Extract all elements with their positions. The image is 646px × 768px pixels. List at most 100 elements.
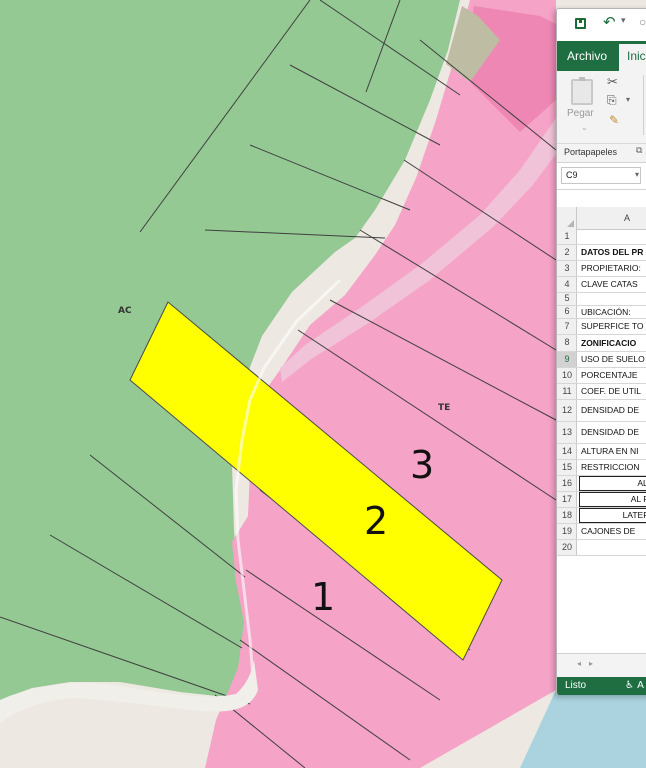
- cell-a[interactable]: [579, 540, 646, 555]
- formula-bar: C9 ▾ ⋮: [557, 163, 646, 190]
- row-header[interactable]: 10: [557, 368, 577, 383]
- worksheet-row[interactable]: 20: [557, 540, 646, 556]
- lot-number-3: 3: [410, 443, 435, 487]
- cell-a[interactable]: [579, 293, 646, 305]
- cell-a[interactable]: RESTRICCION: [579, 460, 646, 475]
- row-number: 10: [561, 369, 572, 380]
- row-number: 11: [562, 385, 572, 396]
- name-box-dropdown-icon[interactable]: ▾: [635, 170, 639, 179]
- name-box[interactable]: C9: [561, 167, 641, 184]
- cell-a[interactable]: AL FO: [579, 492, 646, 507]
- copy-icon[interactable]: ⎘: [607, 93, 617, 108]
- cell-text: AL FO: [630, 494, 646, 504]
- row-header[interactable]: 20: [557, 540, 577, 555]
- worksheet-row[interactable]: 6 UBICACIÓN:: [557, 306, 646, 319]
- row-header[interactable]: 19: [557, 524, 577, 539]
- row-header[interactable]: 17: [557, 492, 577, 507]
- row-number: 7: [564, 320, 570, 331]
- tab-archivo[interactable]: Archivo: [567, 49, 607, 63]
- row-header[interactable]: 16: [557, 476, 577, 491]
- cell-a[interactable]: [579, 229, 646, 244]
- cell-a[interactable]: CAJONES DE: [579, 524, 646, 539]
- accessibility-icon[interactable]: ♿ A: [625, 680, 644, 691]
- cell-a[interactable]: DENSIDAD DE: [579, 400, 646, 421]
- cell-a[interactable]: PROPIETARIO:: [579, 261, 646, 276]
- row-number: 3: [564, 262, 570, 273]
- worksheet-row[interactable]: 5: [557, 293, 646, 306]
- row-number: 5: [564, 293, 570, 303]
- cell-a[interactable]: CLAVE CATAS: [579, 277, 646, 292]
- cell-a[interactable]: LATERA: [579, 508, 646, 523]
- row-header[interactable]: 13: [557, 422, 577, 443]
- cell-a[interactable]: SUPERFICE TO: [579, 319, 646, 334]
- cell-a[interactable]: COEF. DE UTIL: [579, 384, 646, 399]
- column-header-a[interactable]: A: [577, 207, 646, 229]
- worksheet-row[interactable]: 3 PROPIETARIO:: [557, 261, 646, 277]
- accessibility-label: A: [637, 680, 644, 691]
- row-header[interactable]: 2: [557, 245, 577, 260]
- row-header[interactable]: 3: [557, 261, 577, 276]
- worksheet-row[interactable]: 13 DENSIDAD DE: [557, 422, 646, 444]
- cell-a[interactable]: USO DE SUELO: [579, 352, 646, 367]
- lot-number-2: 2: [364, 499, 389, 543]
- worksheet-row[interactable]: 15 RESTRICCION: [557, 460, 646, 476]
- row-header[interactable]: 11: [557, 384, 577, 399]
- undo-icon[interactable]: ↶: [603, 13, 616, 31]
- cell-a[interactable]: UBICACIÓN:: [579, 306, 646, 318]
- row-number: 20: [561, 541, 572, 552]
- row-header[interactable]: 9: [557, 352, 577, 367]
- row-header[interactable]: 8: [557, 335, 577, 351]
- worksheet-row[interactable]: 8 ZONIFICACIO: [557, 335, 646, 352]
- lot-number-1: 1: [311, 575, 336, 619]
- format-painter-icon[interactable]: ✎: [609, 113, 619, 127]
- worksheet-row[interactable]: 19 CAJONES DE: [557, 524, 646, 540]
- worksheet-row[interactable]: 17 AL FO: [557, 492, 646, 508]
- select-all-button[interactable]: [557, 207, 577, 229]
- quick-access-toolbar: ↶ ▾ ○: [557, 9, 646, 41]
- zone-label-ac: AC: [118, 306, 132, 316]
- row-header[interactable]: 1: [557, 229, 577, 244]
- worksheet-row[interactable]: 1: [557, 229, 646, 245]
- worksheet-row[interactable]: 9 USO DE SUELO: [557, 352, 646, 368]
- cell-a[interactable]: ZONIFICACIO: [579, 335, 646, 351]
- row-header[interactable]: 6: [557, 306, 577, 318]
- worksheet-row[interactable]: 4 CLAVE CATAS: [557, 277, 646, 293]
- cell-a[interactable]: ALTURA EN NI: [579, 444, 646, 459]
- cell-a[interactable]: AL F: [579, 476, 646, 491]
- cell-a[interactable]: DATOS DEL PR: [579, 245, 646, 260]
- save-icon[interactable]: [575, 18, 586, 29]
- cell-text: RESTRICCION: [581, 462, 640, 472]
- row-header[interactable]: 5: [557, 293, 577, 305]
- sheet-nav-arrows-icon[interactable]: ◂▸: [577, 659, 601, 668]
- cell-a[interactable]: PORCENTAJE: [579, 368, 646, 383]
- worksheet-row[interactable]: 18 LATERA: [557, 508, 646, 524]
- row-header[interactable]: 12: [557, 400, 577, 421]
- paste-button[interactable]: Pegar: [567, 108, 594, 119]
- row-header[interactable]: 14: [557, 444, 577, 459]
- worksheet-row[interactable]: 10 PORCENTAJE: [557, 368, 646, 384]
- cut-icon[interactable]: ✂: [607, 75, 618, 90]
- undo-dropdown-icon[interactable]: ▾: [621, 16, 626, 26]
- row-header[interactable]: 7: [557, 319, 577, 334]
- worksheet-row[interactable]: 11 COEF. DE UTIL: [557, 384, 646, 400]
- tab-inicio[interactable]: Inic: [619, 44, 646, 71]
- row-header[interactable]: 15: [557, 460, 577, 475]
- row-header[interactable]: 18: [557, 508, 577, 523]
- cell-text: PORCENTAJE: [581, 370, 638, 380]
- worksheet-row[interactable]: 12 DENSIDAD DE: [557, 400, 646, 422]
- paste-icon[interactable]: [571, 77, 593, 105]
- customize-icon[interactable]: ○: [639, 15, 646, 29]
- paste-dropdown-icon[interactable]: ⌄: [581, 123, 588, 132]
- worksheet-row[interactable]: 7 SUPERFICE TO: [557, 319, 646, 335]
- worksheet-row[interactable]: 2 DATOS DEL PR: [557, 245, 646, 261]
- worksheet-row[interactable]: 14 ALTURA EN NI: [557, 444, 646, 460]
- cell-text: CLAVE CATAS: [581, 279, 638, 289]
- row-header[interactable]: 4: [557, 277, 577, 292]
- column-headers: A: [557, 207, 646, 230]
- worksheet-row[interactable]: 16 AL F: [557, 476, 646, 492]
- cell-text: LATERA: [622, 510, 646, 520]
- dialog-launcher-icon[interactable]: ⧉: [636, 146, 642, 156]
- row-number: 16: [561, 477, 572, 488]
- cell-a[interactable]: DENSIDAD DE: [579, 422, 646, 443]
- copy-dropdown-icon[interactable]: ▾: [626, 95, 630, 104]
